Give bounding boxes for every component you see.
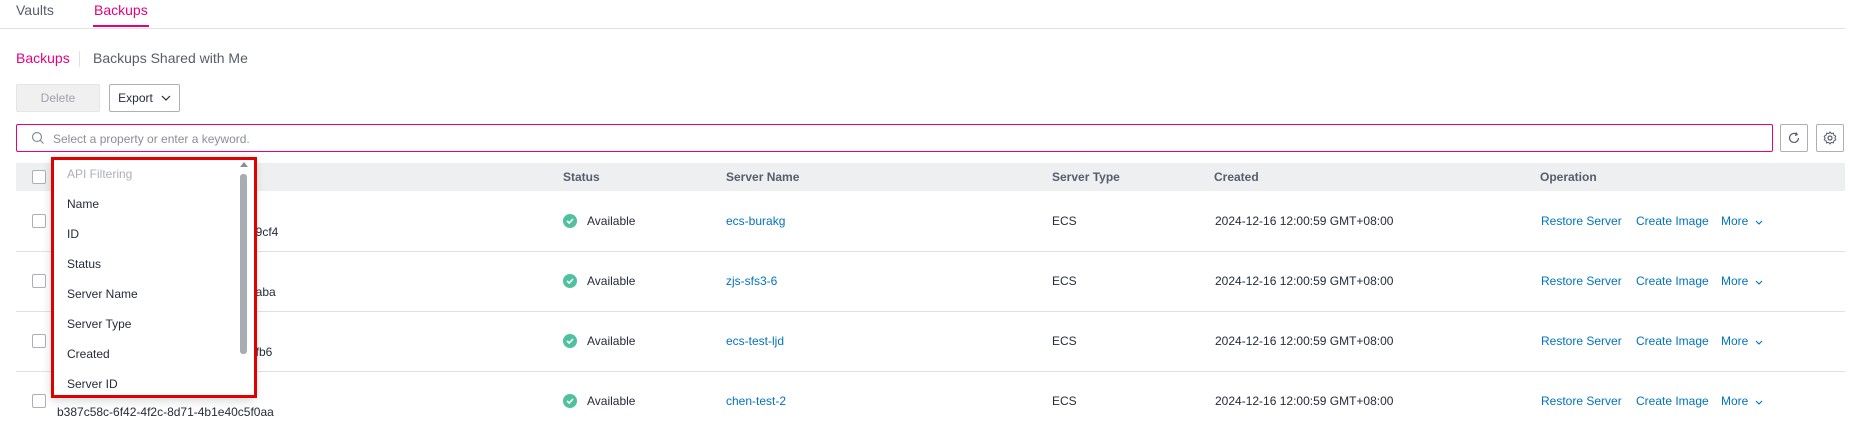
scroll-up-arrow-icon[interactable] — [240, 162, 248, 167]
more-label: More — [1721, 394, 1749, 408]
settings-button[interactable] — [1816, 124, 1844, 152]
backup-id: b387c58c-6f42-4f2c-8d71-4b1e40c5f0aa — [57, 405, 274, 419]
check-circle-icon — [563, 334, 577, 348]
tab-vaults[interactable]: Vaults — [16, 2, 54, 18]
restore-server-link[interactable]: Restore Server — [1541, 334, 1622, 348]
table-row: e9cf4 Available ecs-burakg ECS 2024-12-1… — [16, 192, 1845, 252]
server-name-link[interactable]: ecs-test-ljd — [726, 334, 784, 348]
restore-server-link[interactable]: Restore Server — [1541, 214, 1622, 228]
row-checkbox[interactable] — [32, 334, 46, 348]
check-circle-icon — [563, 274, 577, 288]
table-header: Status Server Name Server Type Created O… — [16, 163, 1845, 191]
dropdown-item-id[interactable]: ID — [67, 227, 79, 241]
table-row: 8aba Available zjs-sfs3-6 ECS 2024-12-16… — [16, 252, 1845, 312]
more-menu-link[interactable]: More — [1721, 334, 1763, 348]
chevron-down-icon — [1755, 400, 1763, 405]
subnav-shared-backups[interactable]: Backups Shared with Me — [93, 50, 248, 66]
dropdown-item-name[interactable]: Name — [67, 197, 99, 211]
active-tab-indicator — [93, 25, 149, 27]
status-text: Available — [587, 334, 636, 348]
dropdown-header-api-filtering: API Filtering — [67, 167, 133, 181]
status-text: Available — [587, 274, 636, 288]
table-row: afb6 Available ecs-test-ljd ECS 2024-12-… — [16, 312, 1845, 372]
created-time: 2024-12-16 12:00:59 GMT+08:00 — [1215, 214, 1394, 228]
created-time: 2024-12-16 12:00:59 GMT+08:00 — [1215, 274, 1394, 288]
tab-backups[interactable]: Backups — [94, 2, 148, 18]
row-checkbox[interactable] — [32, 214, 46, 228]
subnav-divider — [79, 51, 80, 67]
more-label: More — [1721, 334, 1749, 348]
filter-property-dropdown: API Filtering Name ID Status Server Name… — [52, 158, 254, 398]
dropdown-item-server-id[interactable]: Server ID — [67, 377, 118, 391]
more-label: More — [1721, 274, 1749, 288]
check-circle-icon — [563, 214, 577, 228]
dropdown-item-created[interactable]: Created — [67, 347, 110, 361]
server-type: ECS — [1052, 274, 1077, 288]
export-button-label: Export — [118, 91, 153, 105]
check-circle-icon — [563, 394, 577, 408]
create-image-link[interactable]: Create Image — [1636, 274, 1709, 288]
created-time: 2024-12-16 12:00:59 GMT+08:00 — [1215, 334, 1394, 348]
select-all-checkbox[interactable] — [32, 170, 46, 184]
create-image-link[interactable]: Create Image — [1636, 334, 1709, 348]
delete-button-label: Delete — [40, 91, 76, 105]
chevron-down-icon — [161, 95, 171, 101]
chevron-down-icon — [1755, 220, 1763, 225]
dropdown-item-server-type[interactable]: Server Type — [67, 317, 131, 331]
column-header-status[interactable]: Status — [563, 170, 600, 184]
row-checkbox[interactable] — [32, 394, 46, 408]
server-type: ECS — [1052, 334, 1077, 348]
chevron-down-icon — [1755, 340, 1763, 345]
gear-icon — [1823, 131, 1837, 145]
created-time: 2024-12-16 12:00:59 GMT+08:00 — [1215, 394, 1394, 408]
server-type: ECS — [1052, 394, 1077, 408]
more-menu-link[interactable]: More — [1721, 274, 1763, 288]
chevron-down-icon — [1755, 280, 1763, 285]
server-name-link[interactable]: ecs-burakg — [726, 214, 785, 228]
column-header-created[interactable]: Created — [1214, 170, 1259, 184]
search-icon — [31, 131, 44, 144]
more-label: More — [1721, 214, 1749, 228]
dropdown-item-status[interactable]: Status — [67, 257, 101, 271]
status-text: Available — [587, 394, 636, 408]
row-checkbox[interactable] — [32, 274, 46, 288]
refresh-button[interactable] — [1780, 124, 1808, 152]
dropdown-item-server-name[interactable]: Server Name — [67, 287, 138, 301]
search-input[interactable] — [51, 128, 1705, 150]
column-header-operation: Operation — [1540, 170, 1597, 184]
restore-server-link[interactable]: Restore Server — [1541, 394, 1622, 408]
export-button[interactable]: Export — [109, 84, 180, 112]
restore-server-link[interactable]: Restore Server — [1541, 274, 1622, 288]
top-tab-bar: Vaults Backups — [0, 0, 1845, 29]
status-text: Available — [587, 214, 636, 228]
create-image-link[interactable]: Create Image — [1636, 394, 1709, 408]
server-name-link[interactable]: chen-test-2 — [726, 394, 786, 408]
server-type: ECS — [1052, 214, 1077, 228]
more-menu-link[interactable]: More — [1721, 394, 1763, 408]
more-menu-link[interactable]: More — [1721, 214, 1763, 228]
create-image-link[interactable]: Create Image — [1636, 214, 1709, 228]
table-row: b387c58c-6f42-4f2c-8d71-4b1e40c5f0aa Ava… — [16, 372, 1845, 432]
delete-button[interactable]: Delete — [16, 84, 100, 112]
subnav-backups[interactable]: Backups — [16, 50, 70, 66]
column-header-server-type[interactable]: Server Type — [1052, 170, 1120, 184]
dropdown-scrollbar[interactable] — [240, 174, 247, 354]
server-name-link[interactable]: zjs-sfs3-6 — [726, 274, 777, 288]
search-bar[interactable] — [16, 124, 1773, 152]
refresh-icon — [1788, 132, 1800, 144]
column-header-server-name[interactable]: Server Name — [726, 170, 799, 184]
